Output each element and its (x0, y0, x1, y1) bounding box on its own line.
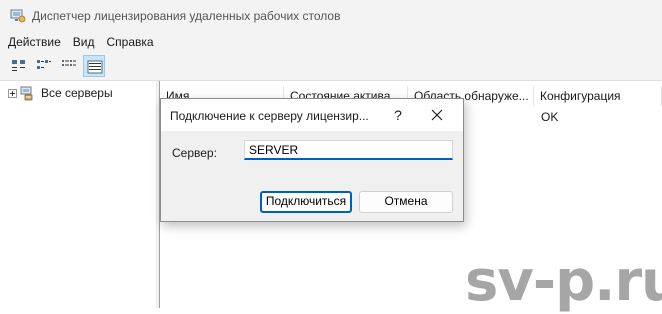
list-view-icon (62, 60, 76, 66)
window-titlebar: Диспетчер лицензирования удаленных рабоч… (0, 0, 662, 32)
expand-icon[interactable] (8, 88, 17, 98)
column-header-configuration[interactable]: Конфигурация (534, 86, 662, 106)
details-view-button[interactable] (83, 55, 105, 77)
table-cell-configuration: OK (541, 110, 559, 124)
large-icons-view-icon (12, 60, 25, 71)
watermark: sv-p.ru (465, 249, 662, 314)
tree-item-all-servers[interactable]: Все серверы (8, 85, 113, 101)
connect-button[interactable]: Подключиться (260, 191, 352, 213)
server-label: Сервер: (172, 146, 217, 160)
dialog-titlebar: Подключение к серверу лицензир... ? (161, 99, 463, 131)
license-manager-icon (10, 9, 26, 23)
close-icon[interactable] (429, 107, 445, 123)
connect-server-dialog: Подключение к серверу лицензир... ? Серв… (160, 98, 464, 222)
details-view-icon (87, 60, 103, 74)
toolbar (0, 52, 662, 81)
tree-pane: Все серверы (0, 81, 157, 308)
list-view-button[interactable] (58, 55, 80, 77)
menu-help[interactable]: Справка (102, 35, 157, 49)
small-icons-view-icon (37, 60, 51, 69)
tree-label: Все серверы (41, 86, 113, 100)
window-title: Диспетчер лицензирования удаленных рабоч… (32, 9, 341, 23)
server-input[interactable]: SERVER (244, 140, 453, 160)
menu-action[interactable]: Действие (4, 35, 65, 49)
large-icons-view-button[interactable] (8, 55, 30, 77)
help-button[interactable]: ? (390, 107, 406, 123)
servers-icon (20, 86, 33, 101)
menu-bar: Действие Вид Справка (0, 32, 662, 52)
small-icons-view-button[interactable] (33, 55, 55, 77)
menu-view[interactable]: Вид (69, 35, 99, 49)
cancel-button[interactable]: Отмена (359, 191, 453, 213)
dialog-title: Подключение к серверу лицензир... (170, 109, 369, 123)
